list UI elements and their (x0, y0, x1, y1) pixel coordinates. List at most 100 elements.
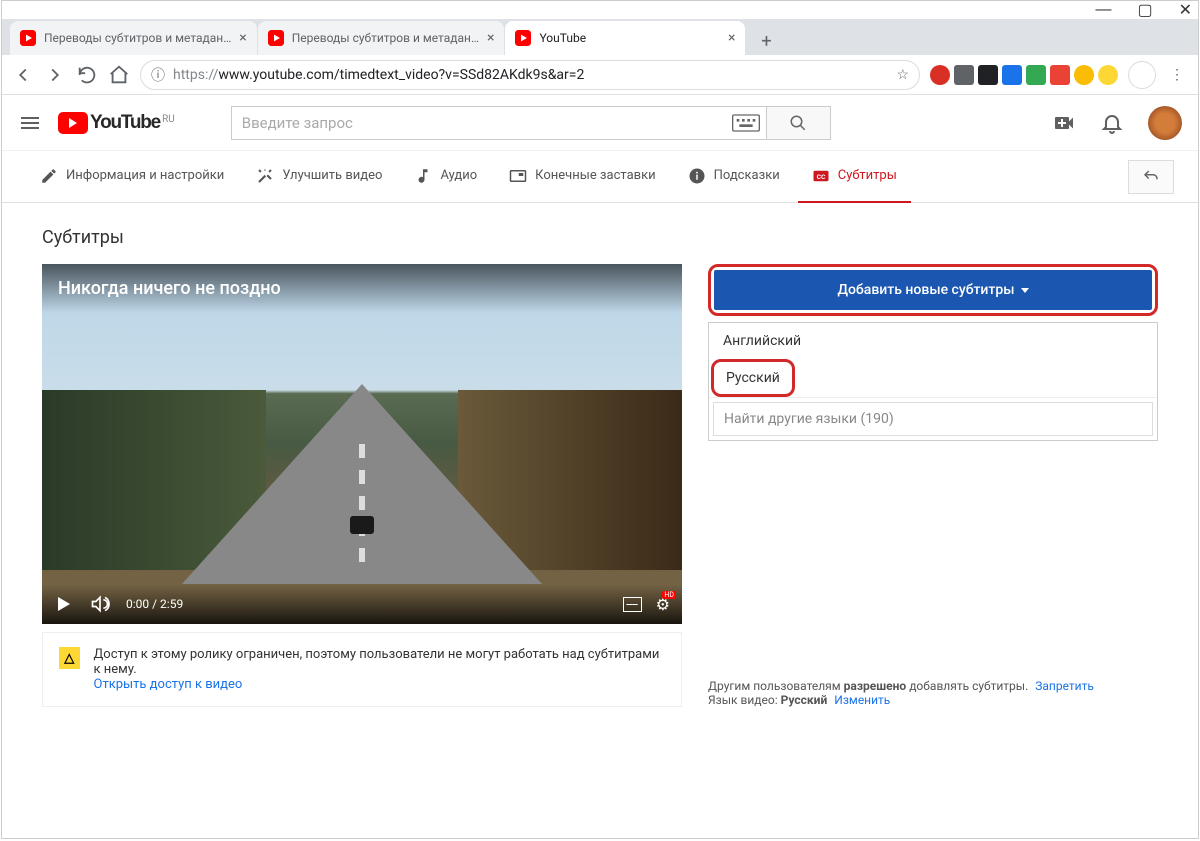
pencil-icon (40, 167, 58, 185)
side-footer: Другим пользователям разрешено добавлять… (708, 679, 1158, 707)
browser-toolbar: ⓘ https://www.youtube.com/timedtext_vide… (2, 55, 1198, 95)
youtube-header: YouTube RU Введите запрос (2, 95, 1198, 151)
youtube-play-icon (58, 112, 88, 134)
video-column: Никогда ничего не поздно 0:00 / 2:59 ‒‒ … (42, 264, 682, 707)
open-access-link[interactable]: Открыть доступ к видео (94, 677, 243, 692)
window-close[interactable]: ✕ (1179, 0, 1192, 20)
browser-tab[interactable]: Переводы субтитров и метадан… × (258, 21, 505, 55)
cc-icon: CC (812, 167, 830, 185)
search-button[interactable] (766, 107, 830, 139)
user-avatar[interactable] (1148, 106, 1182, 140)
info-icon (688, 167, 706, 185)
player-controls: 0:00 / 2:59 ‒‒ ⚙HD (42, 584, 682, 624)
youtube-region-label: RU (162, 114, 175, 125)
tab-label: Подсказки (714, 168, 780, 183)
magic-wand-icon (256, 167, 274, 185)
tab-label: Аудио (440, 168, 477, 183)
tab-label: Конечные заставки (535, 168, 655, 183)
undo-button[interactable] (1128, 160, 1174, 194)
browser-tab-active[interactable]: YouTube × (505, 21, 745, 55)
video-frame (42, 264, 682, 624)
tab-end-screens[interactable]: Конечные заставки (495, 151, 669, 203)
music-note-icon (414, 167, 432, 185)
main-content: Субтитры Никогда ничего не поздно 0:00 /… (2, 203, 1198, 838)
language-option-english[interactable]: Английский (709, 323, 1157, 359)
tab-subtitles[interactable]: CC Субтитры (798, 151, 911, 203)
youtube-icon (515, 30, 531, 46)
tab-info-settings[interactable]: Информация и настройки (26, 151, 238, 203)
extension-icon[interactable] (1002, 65, 1022, 85)
language-search-row: Найти другие языки (190) (709, 397, 1157, 440)
add-subtitles-label: Добавить новые субтитры (837, 282, 1014, 298)
page-title: Субтитры (42, 227, 1158, 248)
extensions-row (930, 65, 1118, 85)
highlight-add-subtitles: Добавить новые субтитры (708, 264, 1158, 316)
time-display: 0:00 / 2:59 (126, 597, 183, 611)
browser-window: — ▢ ✕ Переводы субтитров и метадан… × Пе… (1, 0, 1199, 839)
back-button[interactable] (12, 64, 34, 86)
extension-icon[interactable] (978, 65, 998, 85)
language-search-input[interactable]: Найти другие языки (190) (713, 402, 1153, 436)
video-title: Никогда ничего не поздно (42, 264, 682, 313)
editor-tabs: Информация и настройки Улучшить видео Ау… (2, 151, 1198, 203)
extension-icon[interactable] (1098, 65, 1118, 85)
tab-title: Переводы субтитров и метадан… (292, 31, 479, 45)
tab-enhance[interactable]: Улучшить видео (242, 151, 396, 203)
tab-label: Информация и настройки (66, 168, 224, 183)
new-tab-button[interactable]: + (752, 27, 780, 55)
close-icon[interactable]: × (728, 31, 735, 45)
youtube-icon (268, 30, 284, 46)
forward-button[interactable] (44, 64, 66, 86)
youtube-logo[interactable]: YouTube RU (58, 112, 175, 134)
bookmark-star-icon[interactable]: ☆ (896, 67, 909, 83)
reload-button[interactable] (76, 64, 98, 86)
youtube-search: Введите запрос (231, 106, 831, 140)
change-language-link[interactable]: Изменить (834, 693, 890, 707)
browser-tab[interactable]: Переводы субтитров и метадан… × (10, 21, 257, 55)
site-info-icon[interactable]: ⓘ (151, 65, 165, 85)
tab-cards[interactable]: Подсказки (674, 151, 794, 203)
tab-audio[interactable]: Аудио (400, 151, 491, 203)
end-screen-icon (509, 167, 527, 185)
subtitles-side-panel: Добавить новые субтитры Английский Русск… (708, 264, 1158, 707)
play-button[interactable] (54, 594, 74, 614)
add-subtitles-button[interactable]: Добавить новые субтитры (714, 270, 1152, 310)
extension-icon[interactable] (930, 65, 950, 85)
warning-text: Доступ к этому ролику ограничен, поэтому… (94, 647, 665, 677)
extension-icon[interactable] (1050, 65, 1070, 85)
browser-tabstrip: Переводы субтитров и метадан… × Переводы… (2, 19, 1198, 55)
window-minimize[interactable]: — (1095, 1, 1111, 19)
youtube-icon (20, 30, 36, 46)
youtube-logo-text: YouTube (90, 112, 160, 134)
captions-toggle[interactable]: ‒‒ (623, 597, 642, 612)
url-text: https://www.youtube.com/timedtext_video?… (173, 67, 584, 83)
forbid-link[interactable]: Запретить (1035, 679, 1094, 693)
close-icon[interactable]: × (487, 31, 494, 45)
close-icon[interactable]: × (239, 31, 246, 45)
profile-button[interactable] (1128, 61, 1156, 89)
language-dropdown: Английский Русский Найти другие языки (1… (708, 322, 1158, 441)
notifications-icon[interactable] (1100, 111, 1124, 135)
main-row: Никогда ничего не поздно 0:00 / 2:59 ‒‒ … (42, 264, 1158, 707)
settings-gear-icon[interactable]: ⚙HD (656, 595, 670, 614)
volume-icon[interactable] (90, 594, 110, 614)
browser-menu-icon[interactable]: ⋮ (1166, 64, 1188, 86)
keyboard-icon[interactable] (726, 107, 766, 139)
video-player[interactable]: Никогда ничего не поздно 0:00 / 2:59 ‒‒ … (42, 264, 682, 624)
extension-icon[interactable] (1026, 65, 1046, 85)
extension-icon[interactable] (1074, 65, 1094, 85)
tab-title: YouTube (539, 31, 720, 45)
address-bar[interactable]: ⓘ https://www.youtube.com/timedtext_vide… (140, 60, 920, 90)
create-video-icon[interactable] (1052, 111, 1076, 135)
tab-title: Переводы субтитров и метадан… (44, 31, 231, 45)
language-option-russian[interactable]: Русский (711, 359, 795, 397)
header-actions (1052, 106, 1182, 140)
search-input[interactable]: Введите запрос (232, 107, 726, 139)
home-button[interactable] (108, 64, 130, 86)
window-titlebar: — ▢ ✕ (2, 1, 1198, 19)
window-maximize[interactable]: ▢ (1137, 0, 1152, 20)
extension-icon[interactable] (954, 65, 974, 85)
tab-label: Улучшить видео (282, 168, 382, 183)
hamburger-menu-icon[interactable] (18, 111, 42, 135)
warning-body: Доступ к этому ролику ограничен, поэтому… (94, 647, 665, 692)
